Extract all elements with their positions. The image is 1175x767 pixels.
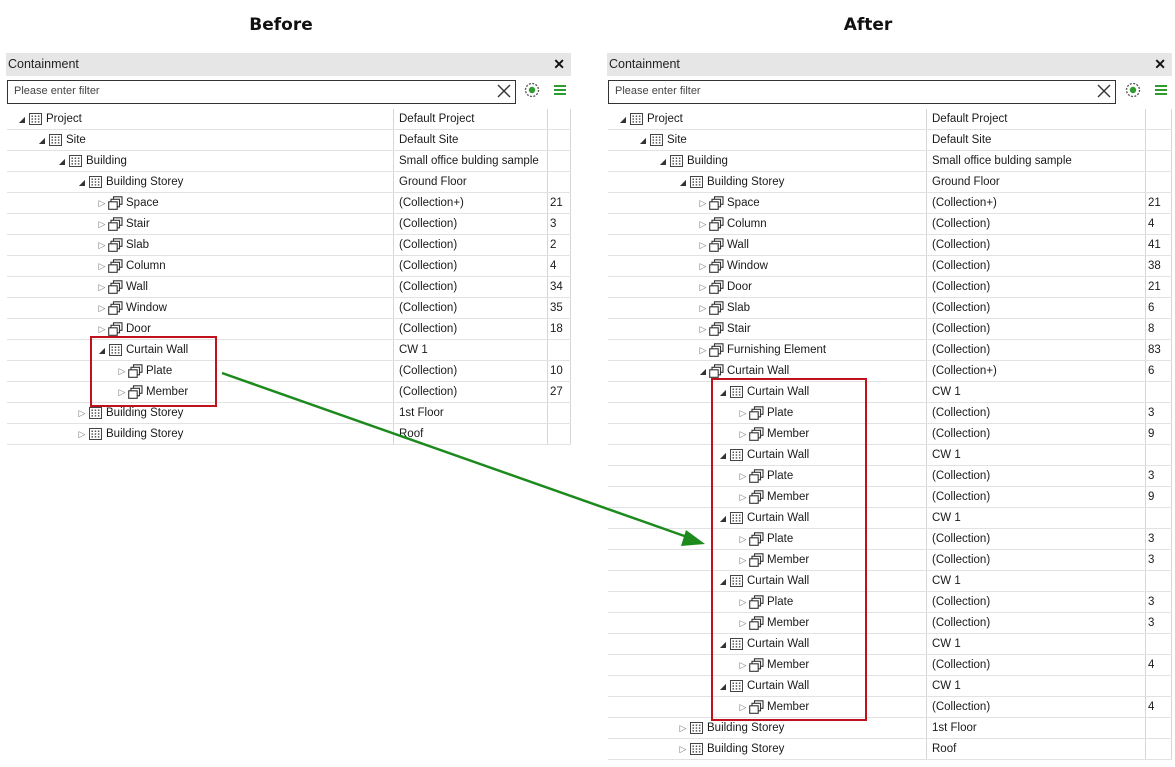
- transition-arrow: [221, 371, 705, 546]
